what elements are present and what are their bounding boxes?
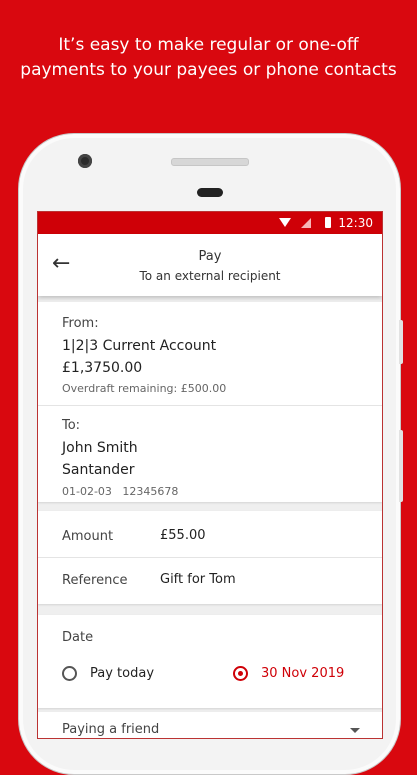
from-balance: £1,3750.00 — [62, 360, 143, 376]
overdraft-remaining: Overdraft remaining: £500.00 — [62, 382, 227, 395]
volume-button — [399, 320, 403, 364]
recipient-name[interactable]: John Smith — [62, 440, 138, 456]
page-subtitle: To an external recipient — [139, 269, 281, 283]
from-label: From: — [62, 316, 99, 331]
amount-reference-card: Amount £55.00 Reference Gift for Tom — [38, 511, 382, 604]
wifi-icon — [279, 218, 291, 227]
paying-dropdown[interactable]: Paying a friend — [38, 712, 382, 738]
promo-text: It’s easy to make regular or one-off pay… — [0, 33, 417, 83]
pay-date-label[interactable]: 30 Nov 2019 — [261, 666, 344, 681]
status-time: 12:30 — [338, 216, 373, 230]
divider — [38, 557, 382, 558]
date-card: Date Pay today 30 Nov 2019 — [38, 615, 382, 708]
page-title: Pay — [198, 249, 222, 264]
camera-icon — [78, 154, 92, 168]
pay-today-label[interactable]: Pay today — [90, 666, 154, 681]
front-sensor — [197, 188, 223, 197]
promo-line-2: payments to your payees or phone contact… — [20, 60, 397, 80]
promo-line-1: It’s easy to make regular or one-off — [58, 35, 359, 55]
power-button — [399, 430, 403, 502]
paying-label: Paying a friend — [62, 722, 160, 737]
recipient-account-details: 01-02-03 12345678 — [62, 485, 179, 498]
speaker-grille — [171, 158, 249, 166]
app-header: ← Pay To an external recipient — [38, 234, 382, 296]
pay-date-radio[interactable] — [233, 666, 248, 681]
divider — [38, 405, 382, 406]
status-bar: 12:30 — [38, 212, 382, 234]
amount-field[interactable]: £55.00 — [160, 528, 206, 543]
app-screen: 12:30 ← Pay To an external recipient Fro… — [37, 211, 383, 739]
signal-icon — [301, 218, 311, 228]
amount-label: Amount — [62, 529, 114, 544]
battery-icon — [325, 217, 331, 228]
date-label: Date — [62, 630, 94, 645]
from-to-card: From: 1|2|3 Current Account £1,3750.00 O… — [38, 302, 382, 502]
reference-label: Reference — [62, 573, 128, 588]
to-label: To: — [62, 418, 81, 433]
pay-today-radio[interactable] — [62, 666, 77, 681]
from-account-name[interactable]: 1|2|3 Current Account — [62, 338, 216, 354]
chevron-down-icon — [350, 728, 360, 733]
recipient-bank: Santander — [62, 462, 135, 478]
reference-field[interactable]: Gift for Tom — [160, 572, 236, 587]
